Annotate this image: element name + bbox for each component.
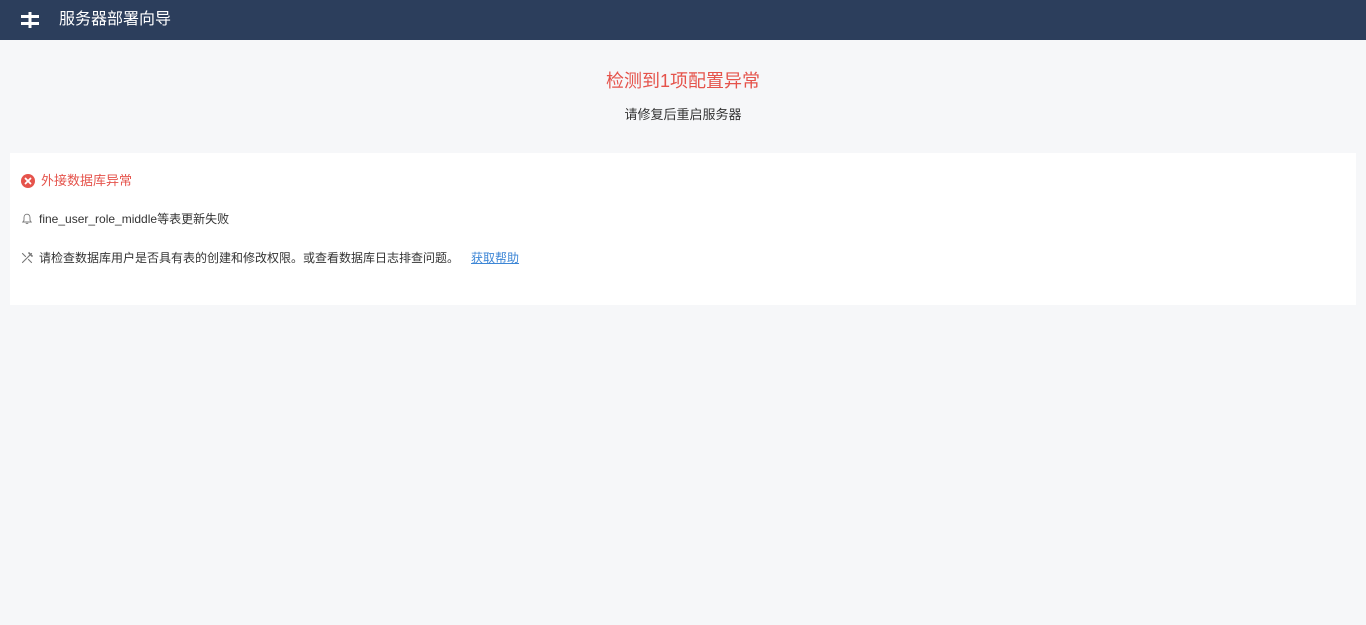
app-title: 服务器部署向导	[59, 11, 172, 28]
error-card: 外接数据库异常 fine_user_role_middle等表更新失败 请检查数…	[10, 153, 1356, 305]
summary-title: 检测到1项配置异常	[605, 71, 760, 91]
get-help-link[interactable]: 获取帮助	[471, 250, 519, 266]
error-header: 外接数据库异常	[21, 172, 132, 190]
detail-text: fine_user_role_middle等表更新失败	[39, 212, 230, 226]
suggestion-text: 请检查数据库用户是否具有表的创建和修改权限。或查看数据库日志排查问题。	[39, 251, 460, 265]
bell-icon	[21, 213, 33, 225]
grid-logo-icon	[21, 12, 39, 28]
detail-row: fine_user_role_middle等表更新失败	[21, 211, 229, 227]
summary-subtitle: 请修复后重启服务器	[624, 107, 742, 122]
tools-icon	[21, 252, 33, 264]
error-title: 外接数据库异常	[41, 173, 133, 188]
error-circle-icon	[21, 174, 35, 188]
top-bar: 服务器部署向导	[0, 0, 1366, 40]
suggestion-row: 请检查数据库用户是否具有表的创建和修改权限。或查看数据库日志排查问题。 获取帮助	[21, 250, 519, 266]
